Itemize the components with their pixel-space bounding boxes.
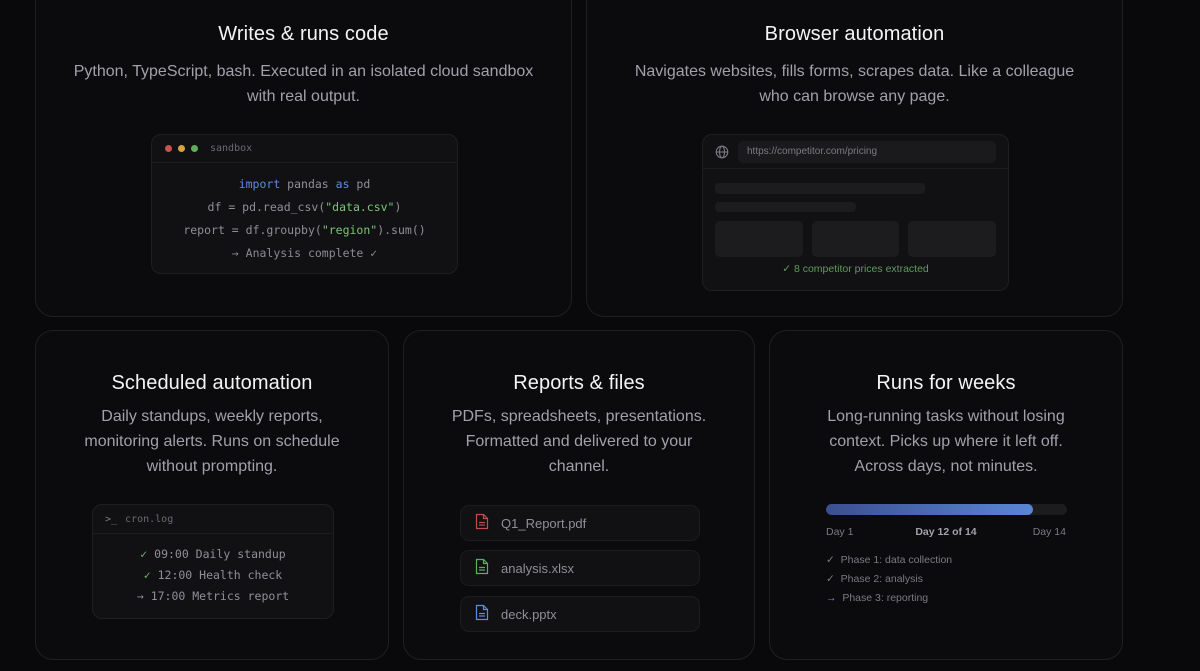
url-bar[interactable]: https://competitor.com/pricing — [738, 141, 996, 163]
code-block: import pandas as pd df = pd.read_csv("da… — [152, 163, 457, 265]
cron-log-label: cron.log — [125, 513, 174, 525]
skeleton-line — [715, 202, 856, 212]
code-keyword: as — [335, 177, 350, 191]
code-string: "data.csv" — [325, 200, 395, 214]
browser-toolbar: https://competitor.com/pricing — [703, 135, 1008, 169]
card-title: Reports & files — [513, 372, 645, 394]
progress-current-label: Day 12 of 14 — [915, 526, 977, 538]
card-title: Runs for weeks — [876, 372, 1016, 394]
sandbox-header: sandbox — [152, 135, 457, 163]
card-description-line: channel. — [548, 458, 610, 475]
phase-item: ✓ Phase 2: analysis — [826, 573, 923, 585]
skeleton-block — [908, 221, 996, 257]
code-line: report = df.groupby("region").sum() — [152, 219, 457, 242]
window-minimize-dot — [178, 145, 185, 152]
code-string: "region" — [321, 223, 378, 237]
cron-log-panel: >_ cron.log ✓ 09:00 Daily standup ✓ 12:0… — [92, 504, 334, 619]
card-reports-files: Reports & files PDFs, spreadsheets, pres… — [403, 330, 755, 660]
card-description-line: Across days, not minutes. — [854, 458, 1038, 475]
sandbox-panel: sandbox import pandas as pd df = pd.read… — [151, 134, 458, 274]
phase-text: Phase 1: data collection — [840, 554, 953, 566]
card-description: Long-running tasks without losing contex… — [770, 404, 1122, 479]
card-description: PDFs, spreadsheets, presentations. Forma… — [404, 404, 754, 479]
file-item-pdf[interactable]: Q1_Report.pdf — [460, 505, 700, 541]
card-description-line: Formatted and delivered to your — [465, 433, 693, 450]
card-writes-runs-code: Writes & runs code Python, TypeScript, b… — [35, 0, 572, 317]
code-text: pd — [349, 177, 371, 191]
card-runs-for-weeks: Runs for weeks Long-running tasks withou… — [769, 330, 1123, 660]
cron-entries: ✓ 09:00 Daily standup ✓ 12:00 Health che… — [93, 534, 333, 607]
code-text: pandas — [280, 177, 336, 191]
file-item-pptx[interactable]: deck.pptx — [460, 596, 700, 632]
terminal-icon: >_ — [105, 513, 118, 525]
card-description-line: context. Picks up where it left off. — [829, 433, 1063, 450]
card-description: Navigates websites, fills forms, scrapes… — [587, 59, 1122, 109]
card-description: Python, TypeScript, bash. Executed in an… — [36, 59, 571, 109]
skeleton-line — [715, 183, 925, 194]
code-text: report = df.groupby( — [183, 223, 322, 237]
phase-text: Phase 3: reporting — [842, 592, 929, 604]
card-scheduled-automation: Scheduled automation Daily standups, wee… — [35, 330, 389, 660]
skeleton-block — [715, 221, 803, 257]
card-description-line: who can browse any page. — [759, 88, 950, 105]
presentation-file-icon — [475, 604, 489, 624]
cron-entry: ✓ 09:00 Daily standup — [93, 544, 333, 565]
arrow-right-icon: → — [826, 592, 837, 604]
code-line: df = pd.read_csv("data.csv") — [152, 196, 457, 219]
skeleton-block — [812, 221, 899, 257]
progress-track — [826, 504, 1067, 515]
window-close-dot — [165, 145, 172, 152]
card-description-line: with real output. — [247, 88, 360, 105]
browser-panel: https://competitor.com/pricing ✓ 8 compe… — [702, 134, 1009, 291]
cron-entry-text: 12:00 Health check — [150, 568, 283, 582]
card-browser-automation: Browser automation Navigates websites, f… — [586, 0, 1123, 317]
card-description-line: Navigates websites, fills forms, scrapes… — [634, 63, 1075, 80]
cron-entry-text: 09:00 Daily standup — [147, 547, 286, 561]
cron-entry-text: 17:00 Metrics report — [143, 589, 290, 603]
progress-end-label: Day 14 — [1032, 526, 1066, 538]
check-icon: ✓ — [826, 573, 835, 585]
card-description-line: Long-running tasks without losing — [827, 408, 1065, 425]
card-description-line: Python, TypeScript, bash. Executed in an… — [73, 63, 534, 80]
card-description-line: monitoring alerts. Runs on schedule — [84, 433, 340, 450]
card-title: Browser automation — [764, 23, 945, 45]
cron-entry: ✓ 12:00 Health check — [93, 565, 333, 586]
arrow-right-icon: → — [136, 589, 144, 603]
code-text: df = pd.read_csv( — [207, 200, 326, 214]
card-title: Scheduled automation — [111, 372, 313, 394]
code-text: ) — [394, 200, 402, 214]
file-name: deck.pptx — [501, 606, 557, 622]
code-text: ).sum() — [377, 223, 426, 237]
window-maximize-dot — [191, 145, 198, 152]
file-name: analysis.xlsx — [501, 560, 574, 576]
sandbox-label: sandbox — [210, 143, 253, 154]
check-icon: ✓ — [826, 554, 835, 566]
check-icon: ✓ — [143, 568, 151, 582]
card-title: Writes & runs code — [218, 23, 389, 45]
progress-fill — [826, 504, 1033, 515]
file-item-xlsx[interactable]: analysis.xlsx — [460, 550, 700, 586]
file-name: Q1_Report.pdf — [501, 515, 587, 531]
cron-entry: → 17:00 Metrics report — [93, 586, 333, 607]
card-description: Daily standups, weekly reports, monitori… — [36, 404, 388, 479]
code-output-line: → Analysis complete ✓ — [231, 246, 378, 260]
code-keyword: import — [238, 177, 281, 191]
pdf-file-icon — [475, 513, 489, 533]
phase-text: Phase 2: analysis — [840, 573, 923, 585]
card-description-line: PDFs, spreadsheets, presentations. — [451, 408, 707, 425]
extraction-status: ✓ 8 competitor prices extracted — [782, 263, 929, 275]
spreadsheet-file-icon — [475, 558, 489, 578]
code-line: import pandas as pd — [152, 173, 457, 196]
globe-icon — [715, 145, 729, 164]
card-description-line: without prompting. — [146, 458, 278, 475]
phase-item: ✓ Phase 1: data collection — [826, 554, 952, 566]
card-description-line: Daily standups, weekly reports, — [101, 408, 323, 425]
cron-log-header: >_ cron.log — [93, 505, 333, 534]
phase-item: → Phase 3: reporting — [826, 592, 928, 604]
